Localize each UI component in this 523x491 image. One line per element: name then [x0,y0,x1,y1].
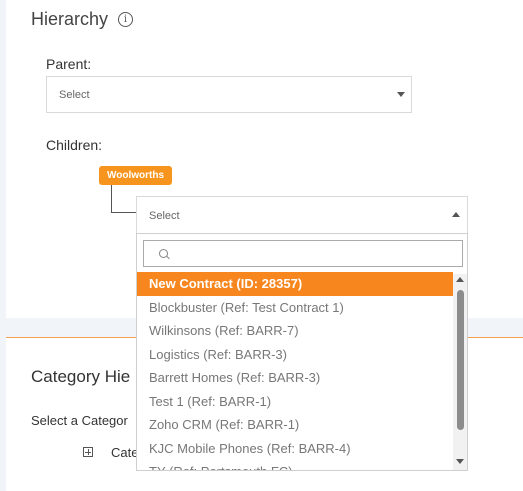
scrollbar-thumb[interactable] [457,290,464,430]
search-input[interactable] [174,244,458,264]
dropdown-option[interactable]: Zoho CRM (Ref: BARR-1) [137,413,453,437]
info-icon[interactable]: i [118,12,133,27]
dropdown-option[interactable]: KJC Mobile Phones (Ref: BARR-4) [137,437,453,461]
dropdown-search[interactable] [143,240,463,267]
dropdown-option[interactable]: Barrett Homes (Ref: BARR-3) [137,366,453,390]
tree-connector [111,185,112,213]
dropdown-option[interactable]: New Contract (ID: 28357) [137,272,453,296]
parent-label: Parent: [46,56,92,72]
dropdown-option[interactable]: TY (Ref: Portsmouth FC) [137,460,453,470]
scroll-up-arrow-icon[interactable] [456,277,464,282]
dropdown-option[interactable]: Blockbuster (Ref: Test Contract 1) [137,296,453,320]
category-title: Category Hie [31,367,131,386]
tree-connector-horizontal [111,212,137,213]
chevron-up-icon [452,212,460,217]
child-select-dropdown: New Contract (ID: 28357) Blockbuster (Re… [136,233,468,471]
scroll-down-arrow-icon[interactable] [456,459,464,464]
options-list: New Contract (ID: 28357) Blockbuster (Re… [137,272,453,470]
scrollbar[interactable] [453,274,467,470]
dropdown-option[interactable]: Logistics (Ref: BARR-3) [137,343,453,367]
dropdown-option[interactable]: Test 1 (Ref: BARR-1) [137,390,453,414]
parent-select-value: Select [59,89,90,101]
child-select-value: Select [149,210,180,222]
child-tag[interactable]: Woolworths [99,166,173,185]
category-select-label: Select a Categor [31,413,128,428]
parent-select[interactable]: Select [46,76,412,113]
children-label: Children: [46,137,103,153]
category-tree-item[interactable]: Cate [111,445,138,460]
child-select[interactable]: Select [136,196,468,234]
hierarchy-title: Hierarchy [31,9,109,29]
expand-icon[interactable] [83,447,93,457]
chevron-down-icon [397,92,405,97]
dropdown-option[interactable]: Wilkinsons (Ref: BARR-7) [137,319,453,343]
search-icon [159,249,168,258]
